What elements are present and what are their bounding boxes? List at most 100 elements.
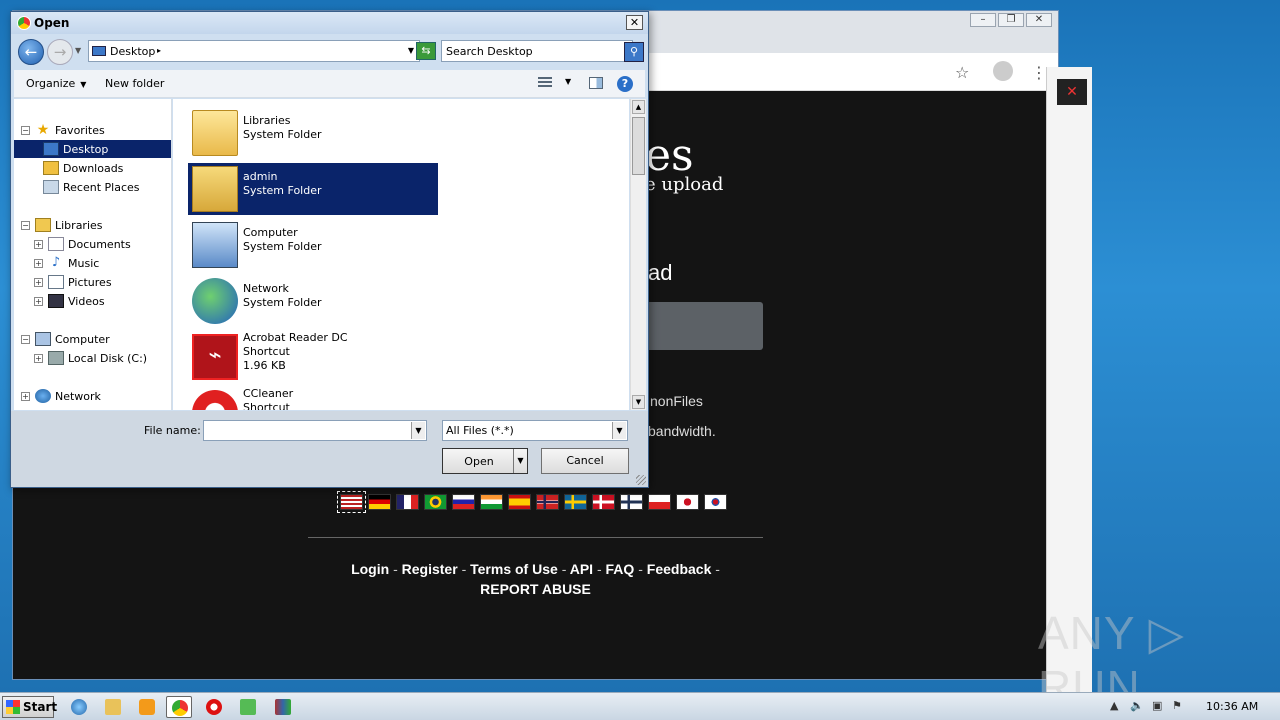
- file-item-admin[interactable]: admin System Folder: [188, 163, 438, 215]
- collapse-icon[interactable]: −: [21, 125, 30, 135]
- tray-expand-icon[interactable]: ▲: [1110, 699, 1118, 712]
- profile-icon[interactable]: [993, 61, 1013, 81]
- flag-de[interactable]: [368, 494, 391, 510]
- tree-item-pictures[interactable]: + Pictures: [34, 273, 112, 291]
- file-item-network[interactable]: Network System Folder: [188, 275, 438, 327]
- file-item-libraries[interactable]: Libraries System Folder: [188, 107, 438, 159]
- minimize-button[interactable]: –: [970, 13, 996, 27]
- collapse-icon[interactable]: −: [21, 334, 30, 344]
- file-item-ccleaner[interactable]: CCleaner Shortcut: [188, 387, 438, 410]
- recent-pages-dropdown[interactable]: ▼: [75, 46, 81, 55]
- view-dropdown[interactable]: ▼: [565, 77, 571, 86]
- preview-pane-icon[interactable]: [589, 77, 603, 89]
- feedback-link[interactable]: Feedback: [647, 561, 712, 577]
- flag-us[interactable]: [337, 491, 366, 513]
- file-name-combobox[interactable]: ▼: [203, 420, 427, 441]
- close-icon[interactable]: ✕: [1057, 79, 1087, 105]
- flag-fi[interactable]: [620, 494, 643, 510]
- expand-icon[interactable]: +: [34, 353, 43, 363]
- expand-icon[interactable]: +: [34, 239, 43, 249]
- api-link[interactable]: API: [570, 561, 593, 577]
- forward-button[interactable]: →: [47, 39, 73, 65]
- search-box[interactable]: [441, 40, 633, 62]
- flag-no[interactable]: [536, 494, 559, 510]
- scroll-down-icon[interactable]: ▼: [632, 395, 645, 409]
- menu-icon[interactable]: ⋮: [1031, 63, 1047, 82]
- expand-icon[interactable]: +: [34, 258, 43, 268]
- start-button[interactable]: Start: [2, 696, 57, 718]
- open-options-dropdown[interactable]: ▼: [513, 449, 527, 473]
- faq-link[interactable]: FAQ: [606, 561, 635, 577]
- organize-button[interactable]: Organize ▼: [26, 77, 86, 90]
- flag-se[interactable]: [564, 494, 587, 510]
- address-crumb[interactable]: Desktop: [110, 45, 155, 58]
- tree-item-favorites[interactable]: − ★ Favorites: [21, 121, 105, 139]
- action-center-icon[interactable]: ⚑: [1172, 699, 1182, 712]
- scroll-up-icon[interactable]: ▲: [632, 100, 645, 114]
- resize-grip-icon[interactable]: [636, 475, 646, 485]
- flag-kr[interactable]: [704, 494, 727, 510]
- tree-item-desktop[interactable]: Desktop: [14, 140, 171, 158]
- tree-item-music[interactable]: + ♪ Music: [34, 254, 99, 272]
- chevron-down-icon[interactable]: ▼: [411, 422, 425, 439]
- file-name-input[interactable]: [204, 421, 404, 439]
- flag-ru[interactable]: [452, 494, 475, 510]
- search-input[interactable]: [446, 44, 616, 58]
- collapse-icon[interactable]: −: [21, 220, 30, 230]
- maximize-button[interactable]: ❐: [998, 13, 1024, 27]
- flag-br[interactable]: [424, 494, 447, 510]
- cancel-button[interactable]: Cancel: [541, 448, 629, 474]
- tree-item-network[interactable]: + Network: [21, 387, 101, 405]
- tree-item-documents[interactable]: + Documents: [34, 235, 131, 253]
- star-icon[interactable]: ☆: [955, 63, 969, 82]
- flag-fr[interactable]: [396, 494, 419, 510]
- flag-es[interactable]: [508, 494, 531, 510]
- expand-icon[interactable]: +: [34, 296, 43, 306]
- expand-icon[interactable]: +: [21, 391, 30, 401]
- flag-in[interactable]: [480, 494, 503, 510]
- upload-button[interactable]: [630, 302, 763, 350]
- chevron-down-icon[interactable]: ▼: [612, 422, 626, 439]
- flag-pl[interactable]: [648, 494, 671, 510]
- taskbar-opera[interactable]: [201, 696, 227, 718]
- tree-item-videos[interactable]: + Videos: [34, 292, 105, 310]
- refresh-button[interactable]: ⇆: [416, 42, 436, 60]
- tree-item-libraries[interactable]: − Libraries: [21, 216, 103, 234]
- taskbar-media-player[interactable]: [134, 696, 160, 718]
- expand-icon[interactable]: +: [34, 277, 43, 287]
- network-tray-icon[interactable]: ▣: [1152, 699, 1162, 712]
- address-dropdown[interactable]: ▼: [408, 46, 414, 55]
- clock[interactable]: 10:36 AM: [1206, 700, 1258, 713]
- help-icon[interactable]: ?: [617, 76, 633, 92]
- file-list-scrollbar[interactable]: ▲ ▼: [630, 99, 646, 410]
- close-button[interactable]: ✕: [1026, 13, 1052, 27]
- crumb-arrow-icon[interactable]: ▸: [157, 46, 161, 55]
- view-options-icon[interactable]: [538, 77, 552, 89]
- login-link[interactable]: Login: [351, 561, 389, 577]
- tree-item-local-disk[interactable]: + Local Disk (C:): [34, 349, 147, 367]
- tree-item-downloads[interactable]: Downloads: [43, 159, 123, 177]
- open-button[interactable]: Open ▼: [442, 448, 528, 474]
- back-button[interactable]: ←: [18, 39, 44, 65]
- dialog-close-button[interactable]: ✕: [626, 15, 643, 30]
- scroll-thumb[interactable]: [632, 117, 645, 175]
- new-folder-button[interactable]: New folder: [105, 77, 164, 90]
- terms-link[interactable]: Terms of Use: [470, 561, 558, 577]
- flag-jp[interactable]: [676, 494, 699, 510]
- search-icon[interactable]: ⚲: [624, 42, 644, 62]
- file-type-select[interactable]: All Files (*.*) ▼: [442, 420, 628, 441]
- volume-icon[interactable]: 🔈: [1130, 699, 1144, 712]
- taskbar-downloader[interactable]: [235, 696, 261, 718]
- tree-item-recent-places[interactable]: Recent Places: [43, 178, 140, 196]
- file-item-computer[interactable]: Computer System Folder: [188, 219, 438, 271]
- register-link[interactable]: Register: [402, 561, 458, 577]
- taskbar-winrar[interactable]: [270, 696, 296, 718]
- tree-item-computer[interactable]: − Computer: [21, 330, 110, 348]
- taskbar-explorer[interactable]: [100, 696, 126, 718]
- taskbar-chrome[interactable]: [166, 696, 192, 718]
- report-abuse-link[interactable]: REPORT ABUSE: [480, 581, 591, 597]
- flag-dk[interactable]: [592, 494, 615, 510]
- file-item-acrobat[interactable]: ⌁ Acrobat Reader DC Shortcut 1.96 KB: [188, 331, 438, 383]
- address-bar[interactable]: Desktop ▸ ▼: [88, 40, 420, 62]
- taskbar-ie[interactable]: [66, 696, 92, 718]
